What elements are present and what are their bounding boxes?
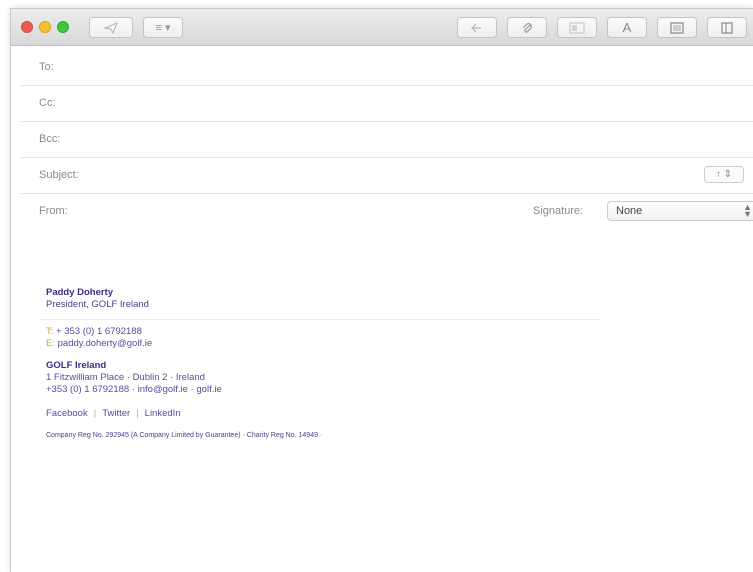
signature-phone-line: T: + 353 (0) 1 6792188 bbox=[46, 326, 606, 338]
reply-icon bbox=[471, 23, 481, 32]
close-window-button[interactable] bbox=[21, 21, 33, 33]
list-icon: ≡ ▾ bbox=[155, 22, 171, 34]
signature-value: None bbox=[616, 205, 643, 217]
cc-field-row[interactable]: Cc: bbox=[21, 86, 753, 122]
title-bar: ≡ ▾ A bbox=[11, 9, 753, 46]
from-label: From: bbox=[39, 205, 68, 217]
minimize-window-button[interactable] bbox=[39, 21, 51, 33]
signature-name: Paddy Doherty bbox=[46, 287, 114, 298]
header-fields-button[interactable]: ≡ ▾ bbox=[143, 17, 183, 38]
format-button[interactable] bbox=[557, 17, 597, 38]
signature-divider bbox=[40, 319, 600, 320]
extra-button[interactable] bbox=[707, 17, 747, 38]
email-signature: Paddy Doherty President, GOLF Ireland T:… bbox=[40, 287, 606, 442]
chevron-updown-icon: ▲ ▼ bbox=[743, 202, 752, 219]
subject-field-row[interactable]: Subject: ↑ ⇕ bbox=[21, 158, 753, 194]
to-label: To: bbox=[39, 61, 54, 73]
font-button[interactable]: A bbox=[607, 17, 647, 38]
subject-label: Subject: bbox=[39, 169, 79, 181]
bcc-label: Bcc: bbox=[39, 133, 61, 145]
signature-social-links: Facebook | Twitter | LinkedIn bbox=[46, 408, 606, 420]
signature-legal: Company Reg No. 292945 (A Company Limite… bbox=[46, 432, 323, 439]
to-field-row[interactable]: To: bbox=[21, 50, 753, 86]
cc-label: Cc: bbox=[39, 97, 56, 109]
paper-plane-icon bbox=[104, 21, 118, 34]
signature-email[interactable]: paddy.doherty@golf.ie bbox=[58, 338, 153, 349]
signature-label: Signature: bbox=[533, 205, 584, 217]
reply-button[interactable] bbox=[457, 17, 497, 38]
paperclip-icon bbox=[522, 22, 532, 33]
signature-role: President, GOLF Ireland bbox=[46, 299, 149, 310]
signature-phone: + 353 (0) 1 6792188 bbox=[56, 326, 142, 337]
font-icon: A bbox=[622, 20, 632, 35]
send-button[interactable] bbox=[89, 17, 133, 38]
signature-email-line: E: paddy.doherty@golf.ie bbox=[46, 338, 606, 350]
photo-browser-button[interactable] bbox=[657, 17, 697, 38]
attach-button[interactable] bbox=[507, 17, 547, 38]
from-field-row: From: Signature: None ▲ ▼ bbox=[21, 194, 753, 230]
signature-org: GOLF Ireland bbox=[46, 360, 107, 371]
signature-select[interactable]: None ▲ ▼ bbox=[607, 201, 753, 221]
separator: | bbox=[136, 408, 139, 419]
photo-icon bbox=[670, 21, 684, 34]
linkedin-link[interactable]: LinkedIn bbox=[145, 408, 181, 419]
format-icon bbox=[569, 22, 585, 33]
twitter-link[interactable]: Twitter bbox=[102, 408, 130, 419]
zoom-window-button[interactable] bbox=[57, 21, 69, 33]
signature-org-contact: +353 (0) 1 6792188 · info@golf.ie · golf… bbox=[46, 384, 222, 395]
priority-stepper[interactable]: ↑ ⇕ bbox=[704, 166, 744, 183]
email-label: E: bbox=[46, 338, 55, 349]
signature-address: 1 Fitzwilliam Place · Dublin 2 · Ireland bbox=[46, 372, 205, 383]
bcc-field-row[interactable]: Bcc: bbox=[21, 122, 753, 158]
panel-icon bbox=[721, 21, 733, 34]
separator: | bbox=[93, 408, 97, 419]
phone-label: T: bbox=[46, 326, 54, 337]
facebook-link[interactable]: Facebook bbox=[46, 408, 88, 419]
